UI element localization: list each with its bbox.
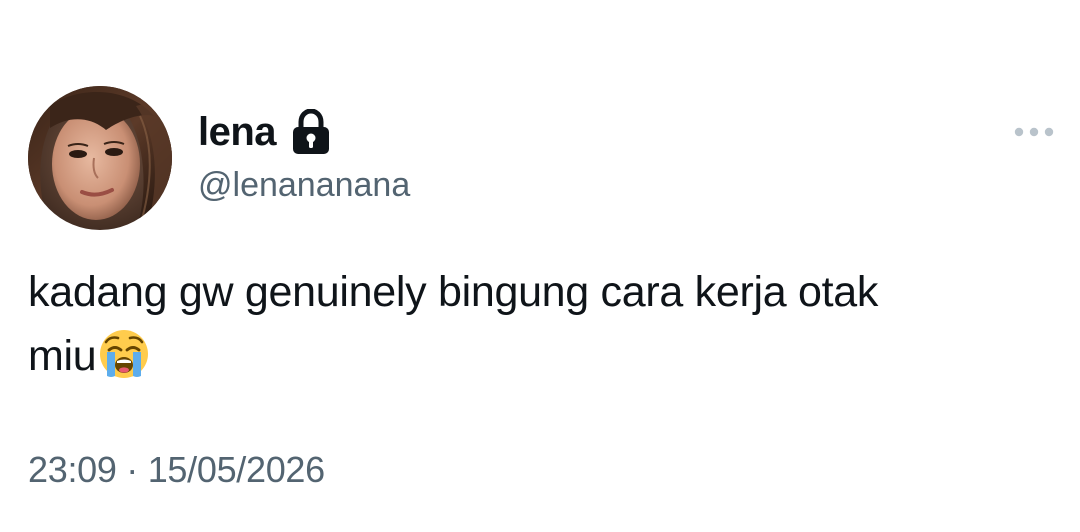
avatar[interactable]: [28, 86, 172, 230]
tweet-time[interactable]: 23:09: [28, 449, 117, 490]
user-handle[interactable]: @lenananana: [198, 162, 410, 208]
tweet-text: kadang gw genuinely bingung cara kerja o…: [28, 260, 1038, 388]
display-name[interactable]: lena: [198, 106, 277, 158]
tweet-timestamp[interactable]: 23:09 · 15/05/2026: [28, 446, 325, 494]
tweet-text-main: kadang gw genuinely bingung cara kerja o…: [28, 268, 879, 316]
more-options-button[interactable]: [1010, 118, 1058, 146]
lock-icon: [292, 108, 330, 155]
more-options-icon: [1014, 127, 1054, 137]
loudly-crying-face-emoji-icon: [98, 328, 150, 380]
meta-separator: ·: [126, 449, 138, 490]
tweet-date[interactable]: 15/05/2026: [148, 449, 325, 490]
author-name-row[interactable]: lena: [198, 106, 330, 158]
tweet-card: lena @lenananana kadang gw genuinely bin…: [0, 0, 1080, 532]
tweet-text-tail: miu: [28, 332, 97, 380]
